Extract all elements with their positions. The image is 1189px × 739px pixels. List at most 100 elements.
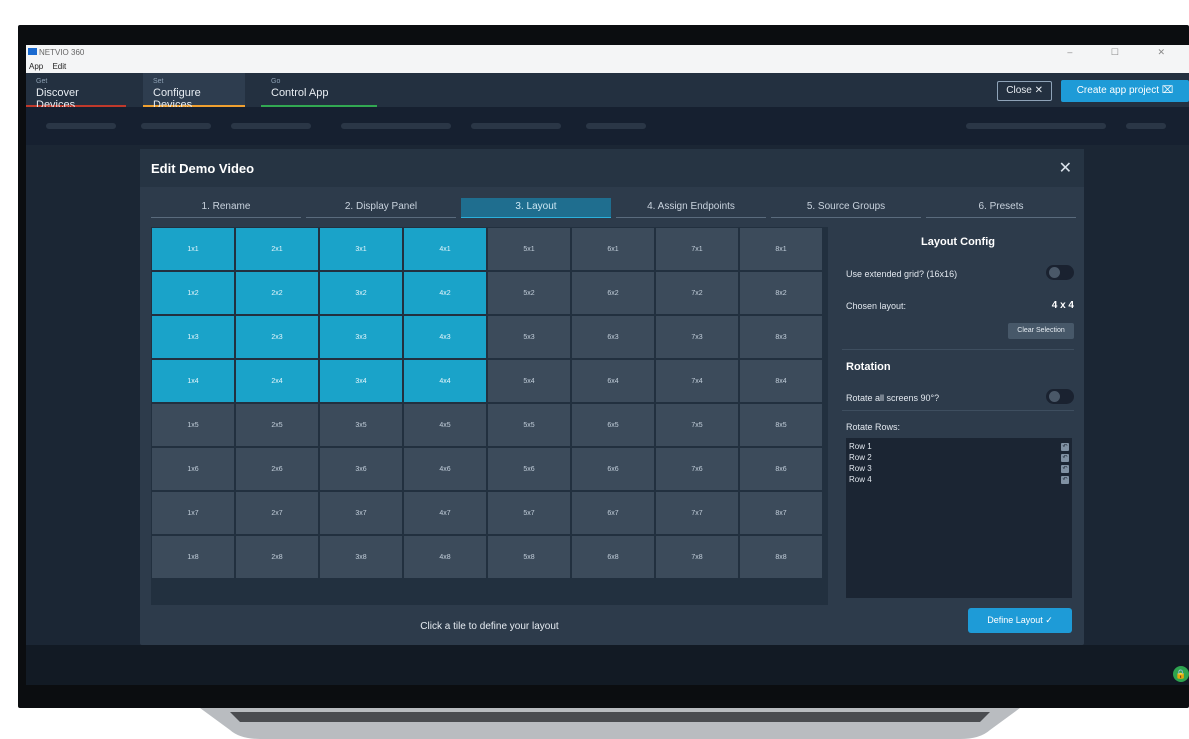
grid-tile[interactable]: 1x7 xyxy=(152,492,234,534)
create-app-project-button[interactable]: Create app project ⌧ xyxy=(1061,80,1189,102)
step-tab[interactable]: 5. Source Groups xyxy=(771,198,921,218)
grid-tile[interactable]: 8x2 xyxy=(740,272,822,314)
rotate-icon[interactable]: ↶ xyxy=(1061,454,1069,462)
grid-tile[interactable]: 7x4 xyxy=(656,360,738,402)
window-title: NETVIO 360 xyxy=(39,48,85,57)
grid-tile[interactable]: 1x5 xyxy=(152,404,234,446)
grid-tile[interactable]: 4x6 xyxy=(404,448,486,490)
grid-tile[interactable]: 4x8 xyxy=(404,536,486,578)
step-tab[interactable]: 1. Rename xyxy=(151,198,301,218)
grid-tile[interactable]: 8x1 xyxy=(740,228,822,270)
nav-discover-devices[interactable]: Get Discover Devices xyxy=(26,73,126,111)
blurred-toolbar-item xyxy=(1126,123,1166,129)
grid-tile[interactable]: 1x8 xyxy=(152,536,234,578)
grid-tile[interactable]: 5x4 xyxy=(488,360,570,402)
grid-tile[interactable]: 7x8 xyxy=(656,536,738,578)
grid-tile[interactable]: 4x7 xyxy=(404,492,486,534)
rotate-row-label: Row 2 xyxy=(849,453,872,462)
grid-tile[interactable]: 6x1 xyxy=(572,228,654,270)
nav-control-caption: Go xyxy=(271,78,281,85)
grid-tile[interactable]: 5x1 xyxy=(488,228,570,270)
grid-tile[interactable]: 7x3 xyxy=(656,316,738,358)
step-tab[interactable]: 6. Presets xyxy=(926,198,1076,218)
grid-tile[interactable]: 3x1 xyxy=(320,228,402,270)
grid-tile[interactable]: 7x1 xyxy=(656,228,738,270)
grid-tile[interactable]: 6x6 xyxy=(572,448,654,490)
window-controls[interactable]: – ☐ ✕ xyxy=(1067,47,1183,58)
nav-configure-devices[interactable]: Set Configure Devices xyxy=(143,73,245,111)
menu-app[interactable]: App xyxy=(29,62,43,71)
grid-tile[interactable]: 3x7 xyxy=(320,492,402,534)
grid-tile[interactable]: 8x7 xyxy=(740,492,822,534)
grid-tile[interactable]: 4x5 xyxy=(404,404,486,446)
grid-tile[interactable]: 6x7 xyxy=(572,492,654,534)
grid-tile[interactable]: 1x2 xyxy=(152,272,234,314)
clear-selection-button[interactable]: Clear Selection xyxy=(1008,323,1074,339)
grid-tile[interactable]: 5x6 xyxy=(488,448,570,490)
grid-tile[interactable]: 2x1 xyxy=(236,228,318,270)
grid-tile[interactable]: 5x3 xyxy=(488,316,570,358)
rotate-row-label: Row 3 xyxy=(849,464,872,473)
grid-tile[interactable]: 2x5 xyxy=(236,404,318,446)
grid-tile[interactable]: 4x2 xyxy=(404,272,486,314)
grid-tile[interactable]: 3x5 xyxy=(320,404,402,446)
grid-tile[interactable]: 2x2 xyxy=(236,272,318,314)
blurred-toolbar xyxy=(26,107,1189,145)
grid-tile[interactable]: 8x4 xyxy=(740,360,822,402)
grid-tile[interactable]: 7x2 xyxy=(656,272,738,314)
lock-icon[interactable]: 🔒 xyxy=(1173,666,1189,682)
grid-tile[interactable]: 3x6 xyxy=(320,448,402,490)
step-tab[interactable]: 2. Display Panel xyxy=(306,198,456,218)
grid-tile[interactable]: 3x2 xyxy=(320,272,402,314)
grid-tile[interactable]: 7x7 xyxy=(656,492,738,534)
grid-tile[interactable]: 3x8 xyxy=(320,536,402,578)
grid-tile[interactable]: 1x3 xyxy=(152,316,234,358)
grid-tile[interactable]: 3x3 xyxy=(320,316,402,358)
grid-tile[interactable]: 5x2 xyxy=(488,272,570,314)
grid-tile[interactable]: 2x3 xyxy=(236,316,318,358)
grid-tile[interactable]: 6x8 xyxy=(572,536,654,578)
rotate-row-item: Row 1 ↶ xyxy=(846,442,1072,453)
modal-header: Edit Demo Video ✕ xyxy=(140,149,1084,187)
grid-tile[interactable]: 1x4 xyxy=(152,360,234,402)
nav-control-app[interactable]: Go Control App xyxy=(261,73,377,107)
grid-tile[interactable]: 2x8 xyxy=(236,536,318,578)
nav-control-label: Control App xyxy=(271,87,329,99)
grid-tile[interactable]: 2x7 xyxy=(236,492,318,534)
grid-tile[interactable]: 6x5 xyxy=(572,404,654,446)
grid-tile[interactable]: 2x4 xyxy=(236,360,318,402)
rotate-icon[interactable]: ↶ xyxy=(1061,465,1069,473)
grid-tile[interactable]: 8x8 xyxy=(740,536,822,578)
define-layout-button[interactable]: Define Layout ✓ xyxy=(968,608,1072,633)
grid-tile[interactable]: 5x5 xyxy=(488,404,570,446)
grid-tile[interactable]: 8x5 xyxy=(740,404,822,446)
rotate-icon[interactable]: ↶ xyxy=(1061,476,1069,484)
blurred-toolbar-item xyxy=(231,123,311,129)
tv-stand xyxy=(200,708,1020,739)
grid-tile[interactable]: 5x8 xyxy=(488,536,570,578)
extended-grid-toggle[interactable] xyxy=(1046,265,1074,280)
step-tab[interactable]: 3. Layout xyxy=(461,198,611,218)
close-icon[interactable]: ✕ xyxy=(1059,158,1072,178)
chosen-layout-value: 4 x 4 xyxy=(1051,300,1074,311)
grid-tile[interactable]: 4x1 xyxy=(404,228,486,270)
grid-tile[interactable]: 5x7 xyxy=(488,492,570,534)
grid-tile[interactable]: 7x5 xyxy=(656,404,738,446)
grid-tile[interactable]: 6x4 xyxy=(572,360,654,402)
grid-tile[interactable]: 8x3 xyxy=(740,316,822,358)
grid-tile[interactable]: 1x1 xyxy=(152,228,234,270)
grid-tile[interactable]: 7x6 xyxy=(656,448,738,490)
grid-tile[interactable]: 6x2 xyxy=(572,272,654,314)
grid-tile[interactable]: 3x4 xyxy=(320,360,402,402)
grid-tile[interactable]: 4x4 xyxy=(404,360,486,402)
grid-tile[interactable]: 8x6 xyxy=(740,448,822,490)
rotate-icon[interactable]: ↶ xyxy=(1061,443,1069,451)
grid-tile[interactable]: 1x6 xyxy=(152,448,234,490)
close-button[interactable]: Close ✕ xyxy=(997,81,1052,101)
grid-tile[interactable]: 6x3 xyxy=(572,316,654,358)
menu-edit[interactable]: Edit xyxy=(52,62,66,71)
grid-tile[interactable]: 4x3 xyxy=(404,316,486,358)
rotate-all-toggle[interactable] xyxy=(1046,389,1074,404)
step-tab[interactable]: 4. Assign Endpoints xyxy=(616,198,766,218)
grid-tile[interactable]: 2x6 xyxy=(236,448,318,490)
